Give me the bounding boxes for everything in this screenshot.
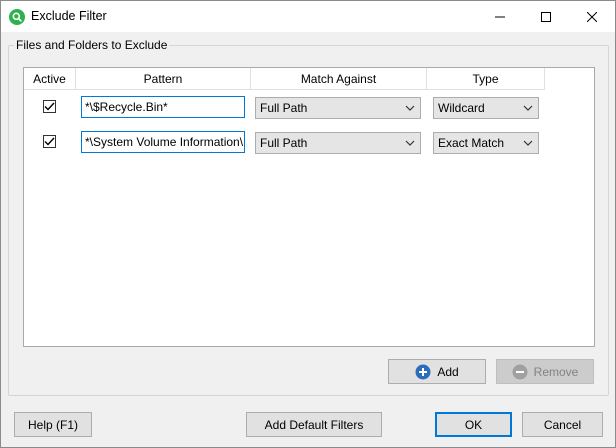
- close-icon: [587, 11, 597, 22]
- type-value: Wildcard: [438, 101, 485, 115]
- maximize-icon: [541, 11, 551, 22]
- active-checkbox[interactable]: [43, 100, 56, 113]
- cancel-button[interactable]: Cancel: [522, 412, 603, 437]
- group-label: Files and Folders to Exclude: [14, 38, 170, 52]
- table-row: *\$Recycle.Bin* Full Path Wildcard: [24, 92, 594, 122]
- match-against-select[interactable]: Full Path: [255, 132, 421, 154]
- help-button[interactable]: Help (F1): [14, 412, 92, 437]
- column-header-active[interactable]: Active: [24, 68, 76, 90]
- table-header: Active Pattern Match Against Type: [24, 68, 594, 91]
- match-against-value: Full Path: [260, 101, 308, 115]
- close-button[interactable]: [569, 1, 615, 32]
- chevron-down-icon: [523, 105, 533, 111]
- window-title: Exclude Filter: [31, 9, 107, 23]
- remove-button-label: Remove: [533, 364, 579, 379]
- title-bar[interactable]: Exclude Filter: [1, 1, 615, 32]
- active-checkbox[interactable]: [43, 135, 56, 148]
- exclude-filter-dialog: Exclude Filter Files and Folders to Excl…: [0, 0, 616, 448]
- add-button-label: Add: [437, 364, 459, 379]
- table-row: *\System Volume Information\ Full Path E…: [24, 127, 594, 157]
- chevron-down-icon: [405, 140, 415, 146]
- pattern-input[interactable]: *\$Recycle.Bin*: [81, 96, 245, 118]
- filter-table: Active Pattern Match Against Type *\$Rec…: [23, 67, 595, 347]
- type-select[interactable]: Exact Match: [433, 132, 539, 154]
- column-header-match-against[interactable]: Match Against: [251, 68, 427, 90]
- type-value: Exact Match: [438, 136, 505, 150]
- search-icon: [9, 9, 25, 25]
- add-button[interactable]: Add: [388, 359, 486, 384]
- checkmark-icon: [44, 137, 55, 146]
- remove-button[interactable]: Remove: [496, 359, 594, 384]
- ok-button[interactable]: OK: [435, 412, 512, 437]
- type-select[interactable]: Wildcard: [433, 97, 539, 119]
- column-header-pattern[interactable]: Pattern: [76, 68, 251, 90]
- plus-icon: [415, 364, 431, 380]
- pattern-input[interactable]: *\System Volume Information\: [81, 131, 245, 153]
- minimize-button[interactable]: [477, 1, 523, 32]
- minus-icon: [512, 364, 528, 380]
- chevron-down-icon: [405, 105, 415, 111]
- maximize-button[interactable]: [523, 1, 569, 32]
- match-against-value: Full Path: [260, 136, 308, 150]
- add-default-filters-button[interactable]: Add Default Filters: [246, 412, 382, 437]
- column-header-type[interactable]: Type: [427, 68, 545, 90]
- chevron-down-icon: [523, 140, 533, 146]
- minimize-icon: [495, 16, 505, 17]
- match-against-select[interactable]: Full Path: [255, 97, 421, 119]
- checkmark-icon: [44, 102, 55, 111]
